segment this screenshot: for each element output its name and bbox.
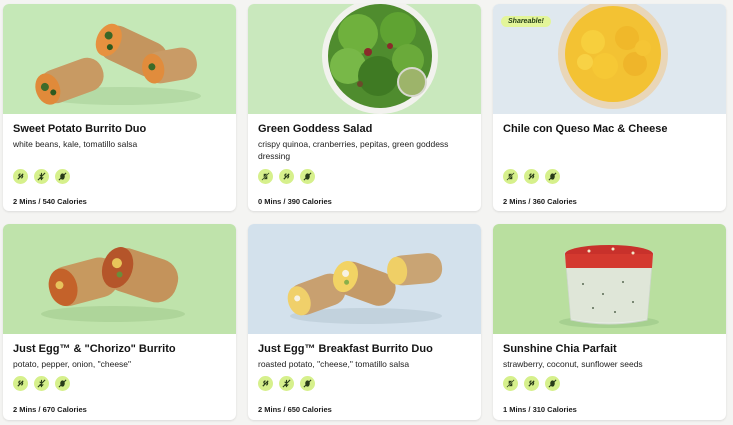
meal-info: Sweet Potato Burrito Duo white beans, ka… (3, 114, 236, 151)
nut-free-icon (545, 376, 560, 391)
meal-card[interactable]: Sweet Potato Burrito Duo white beans, ka… (3, 4, 236, 211)
meal-photo (248, 224, 481, 334)
nut-free-icon (55, 376, 70, 391)
meal-title: Just Egg™ Breakfast Burrito Duo (258, 343, 433, 355)
gluten-free-icon (34, 376, 49, 391)
meal-card[interactable]: Just Egg™ Breakfast Burrito Duo roasted … (248, 224, 481, 420)
diet-icons (13, 169, 70, 184)
meal-photo (248, 4, 481, 114)
meal-title: Chile con Queso Mac & Cheese (503, 123, 668, 135)
meal-photo: Shareable! (493, 4, 726, 114)
plant-based-icon (13, 376, 28, 391)
meal-info: Green Goddess Salad crispy quinoa, cranb… (248, 114, 481, 162)
shareable-badge: Shareable! (501, 16, 551, 27)
nut-free-icon (300, 169, 315, 184)
meal-photo (493, 224, 726, 334)
plant-based-icon (279, 169, 294, 184)
meal-meta: 1 Mins / 310 Calories (503, 405, 577, 414)
diet-icons (13, 376, 70, 391)
meal-photo (3, 4, 236, 114)
meal-title: Just Egg™ & "Chorizo" Burrito (13, 343, 176, 355)
meal-info: Just Egg™ & "Chorizo" Burrito potato, pe… (3, 334, 236, 371)
meal-card[interactable]: Shareable! Chile con Queso Mac & Cheese … (493, 4, 726, 211)
dairy-free-icon (503, 376, 518, 391)
burrito-photo (287, 253, 443, 324)
meal-meta: 2 Mins / 360 Calories (503, 197, 577, 206)
meal-description: crispy quinoa, cranberries, pepitas, gre… (258, 139, 449, 161)
gluten-free-icon (279, 376, 294, 391)
salad-photo (322, 4, 438, 114)
meal-meta: 0 Mins / 390 Calories (258, 197, 332, 206)
gluten-free-icon (34, 169, 49, 184)
meal-card[interactable]: Sunshine Chia Parfait strawberry, coconu… (493, 224, 726, 420)
meal-info: Sunshine Chia Parfait strawberry, coconu… (493, 334, 726, 371)
diet-icons (503, 376, 560, 391)
meal-title: Sweet Potato Burrito Duo (13, 123, 147, 135)
meal-description: strawberry, coconut, sunflower seeds (503, 359, 643, 369)
meal-photo (3, 224, 236, 334)
meal-title: Green Goddess Salad (258, 123, 373, 135)
dairy-free-icon (258, 169, 273, 184)
diet-icons (258, 169, 315, 184)
burrito-photo (41, 247, 185, 322)
parfait-photo (559, 245, 659, 328)
meal-grid: Sweet Potato Burrito Duo white beans, ka… (0, 0, 733, 425)
diet-icons (503, 169, 560, 184)
dairy-free-icon (503, 169, 518, 184)
burrito-photo (35, 23, 201, 105)
meal-description: potato, pepper, onion, "cheese" (13, 359, 132, 369)
plant-based-icon (258, 376, 273, 391)
meal-description: roasted potato, "cheese," tomatillo sals… (258, 359, 410, 369)
meal-info: Just Egg™ Breakfast Burrito Duo roasted … (248, 334, 481, 371)
meal-meta: 2 Mins / 650 Calories (258, 405, 332, 414)
meal-card[interactable]: Green Goddess Salad crispy quinoa, cranb… (248, 4, 481, 211)
meal-title: Sunshine Chia Parfait (503, 343, 617, 355)
nut-free-icon (545, 169, 560, 184)
meal-meta: 2 Mins / 670 Calories (13, 405, 87, 414)
plant-based-icon (524, 169, 539, 184)
meal-meta: 2 Mins / 540 Calories (13, 197, 87, 206)
plant-based-icon (524, 376, 539, 391)
meal-info: Chile con Queso Mac & Cheese (493, 114, 726, 136)
nut-free-icon (300, 376, 315, 391)
nut-free-icon (55, 169, 70, 184)
plant-based-icon (13, 169, 28, 184)
meal-description: white beans, kale, tomatillo salsa (13, 139, 138, 149)
diet-icons (258, 376, 315, 391)
meal-card[interactable]: Just Egg™ & "Chorizo" Burrito potato, pe… (3, 224, 236, 420)
